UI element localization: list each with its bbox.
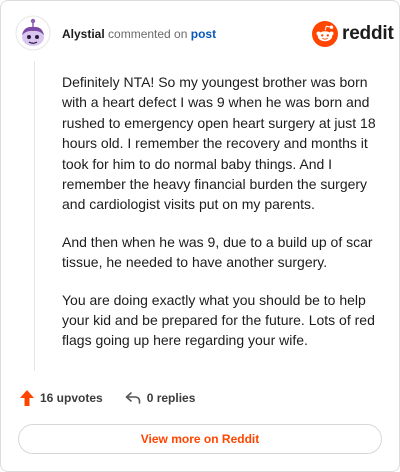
post-link[interactable]: post <box>191 27 216 41</box>
reddit-logo[interactable]: reddit <box>312 21 394 47</box>
view-more-button[interactable]: View more on Reddit <box>18 424 382 454</box>
replies-button[interactable]: 0 replies <box>125 391 196 405</box>
comment-body: Definitely NTA! So my youngest brother w… <box>62 72 392 368</box>
comment-paragraph: Definitely NTA! So my youngest brother w… <box>62 74 376 213</box>
comment-paragraph: You are doing exactly what you should be… <box>62 291 375 349</box>
reddit-wordmark: reddit <box>342 23 394 44</box>
thread-line <box>34 61 35 371</box>
commented-on-text: commented on <box>104 27 191 41</box>
author-name[interactable]: Alystial <box>62 27 105 41</box>
avatar[interactable] <box>15 15 51 51</box>
replies-count: 0 replies <box>146 391 196 405</box>
upvote-arrow-icon <box>20 390 34 406</box>
comment-footer: 16 upvotes 0 replies <box>20 390 195 406</box>
comment-paragraph: And then when he was 9, due to a build u… <box>62 233 373 271</box>
reddit-alien-icon <box>312 21 338 47</box>
reply-arrow-icon <box>125 392 141 404</box>
comment-embed-card: Alystial commented on post reddit Defini… <box>0 0 400 472</box>
upvotes-count: 16 upvotes <box>40 391 103 405</box>
upvotes-button[interactable]: 16 upvotes <box>20 390 103 406</box>
comment-header: Alystial commented on post <box>62 27 216 41</box>
